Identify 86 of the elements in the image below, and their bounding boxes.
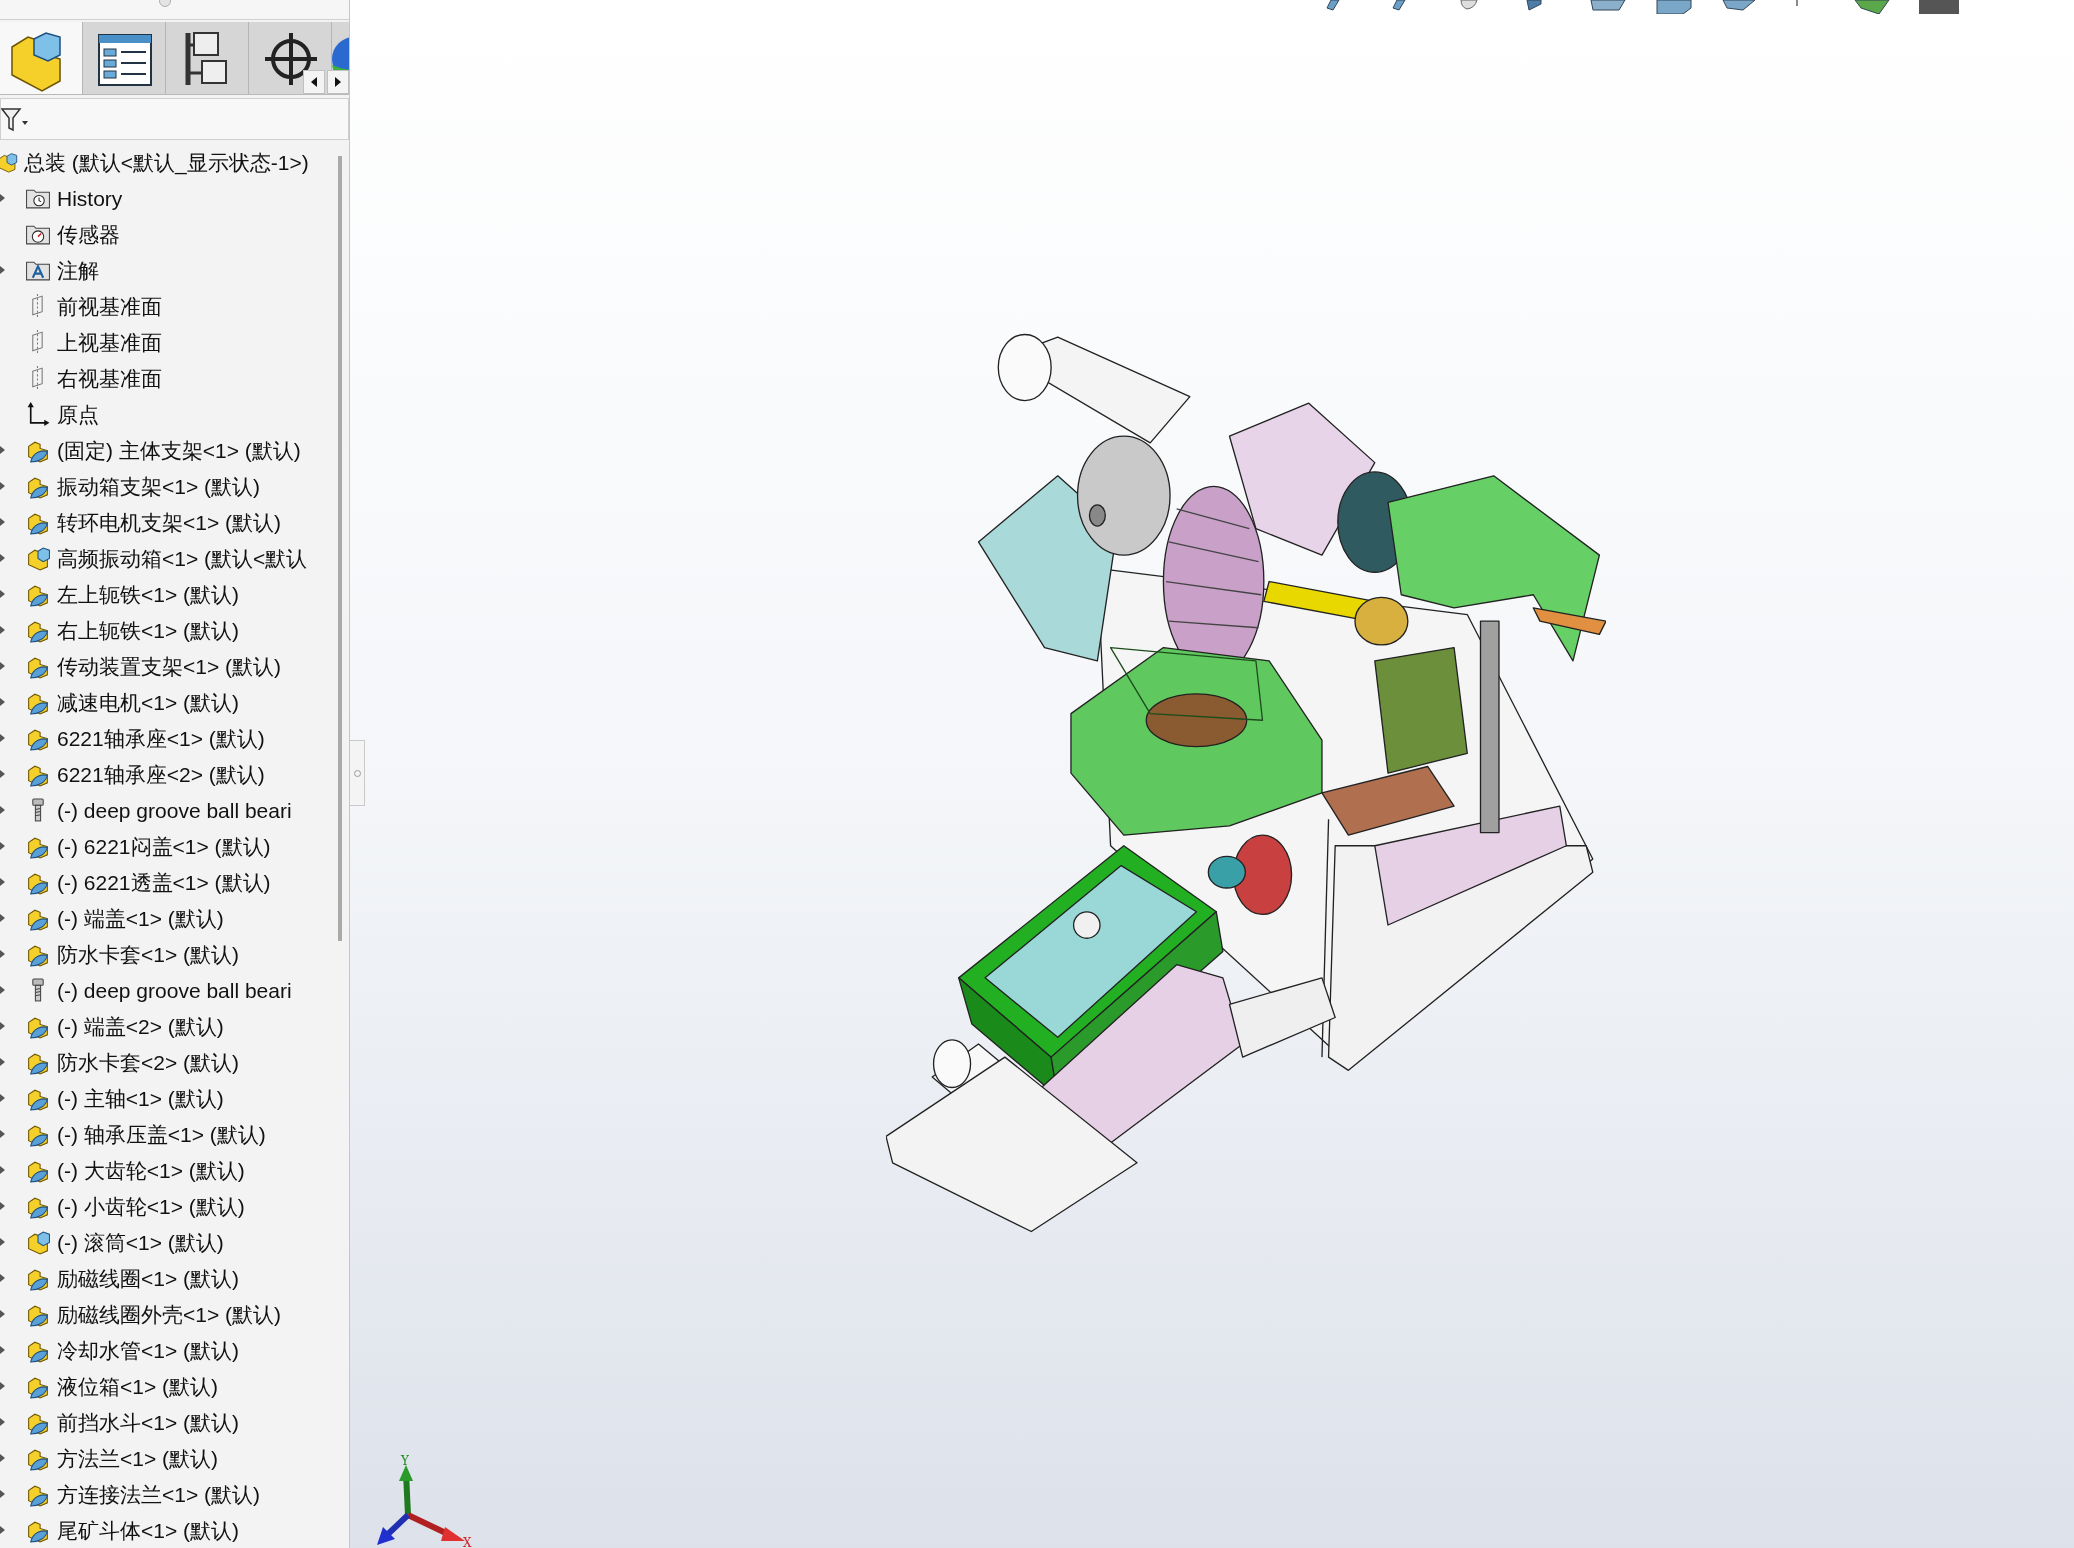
tree-item-label[interactable]: 励磁线圈<1> (默认) (57, 1267, 240, 1289)
expand-arrow-icon[interactable] (0, 1129, 6, 1139)
expand-arrow-icon[interactable] (0, 1093, 6, 1103)
expand-arrow-icon[interactable] (0, 985, 6, 995)
tree-item-label[interactable]: 高频振动箱<1> (默认<默认 (57, 547, 308, 569)
tree-item-label[interactable]: 防水卡套<2> (默认) (57, 1051, 240, 1073)
tree-item-label[interactable]: 左上轭铁<1> (默认) (57, 583, 240, 605)
expand-arrow-icon[interactable] (0, 1021, 6, 1031)
filter-icon[interactable] (1, 106, 29, 132)
scroll-left-icon[interactable] (303, 70, 325, 94)
expand-arrow-icon[interactable] (0, 841, 6, 851)
expand-arrow-icon[interactable] (0, 1237, 6, 1247)
expand-arrow-icon[interactable] (0, 733, 6, 743)
expand-arrow-icon[interactable] (0, 589, 6, 599)
tree-item-label[interactable]: 防水卡套<1> (默认) (57, 943, 240, 965)
tree-item-label[interactable]: (-) deep groove ball beari (57, 979, 292, 1001)
expand-arrow-icon[interactable] (0, 265, 6, 275)
toolbar-icon[interactable] (1655, 0, 1695, 14)
tree-item-label[interactable]: 传感器 (57, 223, 120, 245)
tree-item-label[interactable]: 传动装置支架<1> (默认) (57, 655, 282, 677)
expand-arrow-icon[interactable] (0, 1417, 6, 1427)
expand-arrow-icon[interactable] (0, 805, 6, 815)
expand-arrow-icon[interactable] (0, 1345, 6, 1355)
expand-arrow-icon[interactable] (0, 1201, 6, 1211)
tree-item-label[interactable]: 6221轴承座<2> (默认) (57, 763, 265, 785)
tree-item-label[interactable]: (-) 滚筒<1> (默认) (57, 1231, 224, 1253)
tree-item-label[interactable]: 前视基准面 (57, 295, 162, 317)
expand-arrow-icon[interactable] (0, 1525, 6, 1535)
tree-item-label[interactable]: 转环电机支架<1> (默认) (57, 511, 282, 533)
expand-arrow-icon[interactable] (0, 553, 6, 563)
tree-item-label[interactable]: (-) 6221透盖<1> (默认) (57, 871, 271, 893)
assembly-icon (25, 1229, 51, 1255)
tree-item-label[interactable]: 总装 (默认<默认_显示状态-1>) (24, 151, 309, 173)
tree-item-label[interactable]: (-) 6221闷盖<1> (默认) (57, 835, 271, 857)
tree-item-label[interactable]: (-) 主轴<1> (默认) (57, 1087, 224, 1109)
tree-item-label[interactable]: 励磁线圈外壳<1> (默认) (57, 1303, 282, 1325)
expand-arrow-icon[interactable] (0, 1273, 6, 1283)
expand-arrow-icon[interactable] (0, 1489, 6, 1499)
expand-arrow-icon[interactable] (0, 517, 6, 527)
expand-arrow-icon[interactable] (0, 1057, 6, 1067)
assembly-icon (0, 151, 18, 173)
tree-item-label[interactable]: 方连接法兰<1> (默认) (57, 1483, 261, 1505)
expand-arrow-icon[interactable] (0, 661, 6, 671)
expand-arrow-icon[interactable] (0, 445, 6, 455)
scrollbar[interactable] (338, 156, 342, 941)
expand-arrow-icon[interactable] (0, 697, 6, 707)
tree-item-label[interactable]: (固定) 主体支架<1> (默认) (57, 439, 301, 461)
tree-item-label[interactable]: 上视基准面 (57, 331, 162, 353)
tree-item-label[interactable]: 右上轭铁<1> (默认) (57, 619, 240, 641)
tree-item-label[interactable]: (-) 轴承压盖<1> (默认) (57, 1123, 266, 1145)
expand-arrow-icon[interactable] (0, 625, 6, 635)
assembly-icon (25, 545, 51, 571)
expand-arrow-icon[interactable] (0, 877, 6, 887)
tree-item-label[interactable]: 原点 (57, 403, 99, 425)
tree-item-label[interactable]: 减速电机<1> (默认) (57, 691, 240, 713)
panel-splitter-handle[interactable] (350, 740, 365, 806)
triad-axes-icon (377, 1465, 465, 1545)
expand-arrow-icon[interactable] (0, 949, 6, 959)
tree-item-label[interactable]: (-) deep groove ball beari (57, 799, 292, 821)
tree-item-label[interactable]: (-) 端盖<2> (默认) (57, 1015, 224, 1037)
expand-arrow-icon[interactable] (0, 1381, 6, 1391)
expand-arrow-icon[interactable] (0, 769, 6, 779)
tree-item-label[interactable]: 注解 (57, 259, 99, 281)
axis-label: Y (401, 1455, 409, 1468)
tree-item-label[interactable]: 前挡水斗<1> (默认) (57, 1411, 240, 1433)
tree-item-label[interactable]: 冷却水管<1> (默认) (57, 1339, 240, 1361)
tree-item-label[interactable]: 右视基准面 (57, 367, 162, 389)
tree-item-label[interactable]: 液位箱<1> (默认) (57, 1375, 219, 1397)
expand-arrow-icon[interactable] (0, 1309, 6, 1319)
axis-label: X (463, 1536, 472, 1548)
expand-arrow-icon[interactable] (0, 1165, 6, 1175)
tree-item-label[interactable]: 方法兰<1> (默认) (57, 1447, 219, 1469)
scroll-right-icon[interactable] (327, 70, 349, 94)
filter-field[interactable] (0, 98, 349, 140)
expand-arrow-icon[interactable] (0, 1453, 6, 1463)
expand-arrow-icon[interactable] (0, 913, 6, 923)
tree-item-label[interactable]: History (57, 187, 123, 209)
tree-item-label[interactable]: 尾矿斗体<1> (默认) (57, 1519, 240, 1541)
origin-icon (25, 401, 51, 427)
tree-item-label[interactable]: 6221轴承座<1> (默认) (57, 727, 265, 749)
tree-item-label[interactable]: 振动箱支架<1> (默认) (57, 475, 261, 497)
expand-arrow-icon[interactable] (0, 193, 6, 203)
tree-item-label[interactable]: (-) 端盖<1> (默认) (57, 907, 224, 929)
tree-item-label[interactable]: (-) 大齿轮<1> (默认) (57, 1159, 245, 1181)
expand-arrow-icon[interactable] (0, 481, 6, 491)
tree-item-label[interactable]: (-) 小齿轮<1> (默认) (57, 1195, 245, 1217)
